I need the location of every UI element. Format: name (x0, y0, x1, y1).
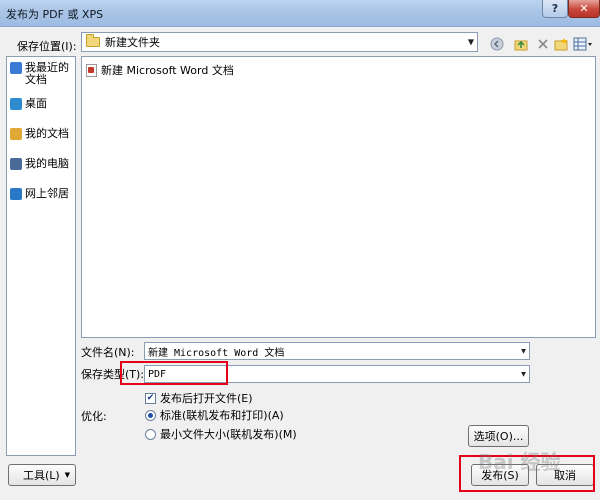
optimize-minimum-label: 最小文件大小(联机发布)(M) (160, 428, 297, 441)
chevron-down-icon: ▼ (467, 37, 474, 47)
open-after-publish-label: 发布后打开文件(E) (160, 392, 253, 405)
optimize-standard-label: 标准(联机发布和打印)(A) (160, 409, 284, 422)
back-button[interactable] (487, 36, 507, 52)
file-list[interactable]: 新建 Microsoft Word 文档 (81, 56, 596, 338)
chevron-down-icon: ▼ (521, 369, 526, 379)
file-name: 新建 Microsoft Word 文档 (101, 64, 234, 77)
radio-unselected-icon (145, 428, 156, 440)
place-item-desktop[interactable]: 桌面 (10, 98, 76, 110)
place-label: 桌面 (25, 97, 47, 110)
folder-icon (86, 34, 100, 47)
options-button[interactable]: 选项(O)... (468, 425, 529, 447)
place-label: 网上邻居 (25, 187, 69, 200)
window-title: 发布为 PDF 或 XPS (6, 8, 104, 21)
new-folder-icon (554, 38, 568, 51)
optimize-standard-radio[interactable]: 标准(联机发布和打印)(A) (145, 407, 284, 423)
filename-value: 新建 Microsoft Word 文档 (148, 347, 285, 359)
open-after-publish-option[interactable]: ✔ 发布后打开文件(E) (145, 390, 253, 406)
my-documents-icon (10, 128, 22, 140)
network-icon (10, 188, 22, 200)
desktop-icon (10, 98, 22, 110)
my-computer-icon (10, 158, 22, 170)
close-icon: ✕ (579, 2, 589, 15)
place-item-network[interactable]: 网上邻居 (10, 188, 76, 200)
place-label: 我最近的文档 (25, 61, 69, 86)
delete-x-icon (538, 39, 548, 49)
back-arrow-icon (490, 37, 504, 51)
pdf-document-icon (86, 63, 97, 77)
save-location-label: 保存位置(I): (17, 40, 77, 53)
places-bar: 我最近的文档 桌面 我的文档 我的电脑 网上邻居 (6, 56, 76, 456)
place-item-recent-documents[interactable]: 我最近的文档 (10, 62, 76, 86)
up-one-level-button[interactable] (512, 36, 530, 52)
place-label: 我的电脑 (25, 157, 69, 170)
tools-label: 工具(L) (23, 469, 60, 482)
filename-label: 文件名(N): (81, 346, 135, 359)
recent-documents-icon (10, 62, 22, 74)
highlight-box-filetype (120, 361, 228, 385)
watermark: Bai 经验 (478, 450, 561, 474)
new-folder-button[interactable] (553, 36, 569, 52)
radio-selected-icon (145, 409, 156, 421)
place-item-my-computer[interactable]: 我的电脑 (10, 158, 76, 170)
filename-input[interactable]: 新建 Microsoft Word 文档 ▼ (144, 342, 530, 360)
delete-button[interactable] (535, 36, 551, 52)
help-icon: ? (551, 2, 559, 15)
chevron-down-icon: ▼ (521, 346, 526, 356)
optimize-label: 优化: (81, 410, 107, 423)
help-button[interactable]: ? (542, 0, 568, 18)
optimize-minimum-radio[interactable]: 最小文件大小(联机发布)(M) (145, 426, 297, 442)
up-folder-icon (514, 40, 528, 51)
views-button[interactable] (571, 36, 595, 52)
chevron-down-icon: ▼ (64, 471, 70, 479)
place-item-my-documents[interactable]: 我的文档 (10, 128, 76, 140)
list-item[interactable]: 新建 Microsoft Word 文档 (86, 62, 234, 78)
close-button[interactable]: ✕ (568, 0, 600, 18)
checkmark-icon: ✔ (145, 392, 156, 404)
views-grid-icon (573, 37, 592, 51)
tools-button[interactable]: 工具(L) ▼ (8, 464, 76, 486)
place-label: 我的文档 (25, 127, 69, 140)
save-location-dropdown[interactable]: 新建文件夹 ▼ (81, 32, 478, 52)
save-location-value: 新建文件夹 (105, 36, 160, 49)
